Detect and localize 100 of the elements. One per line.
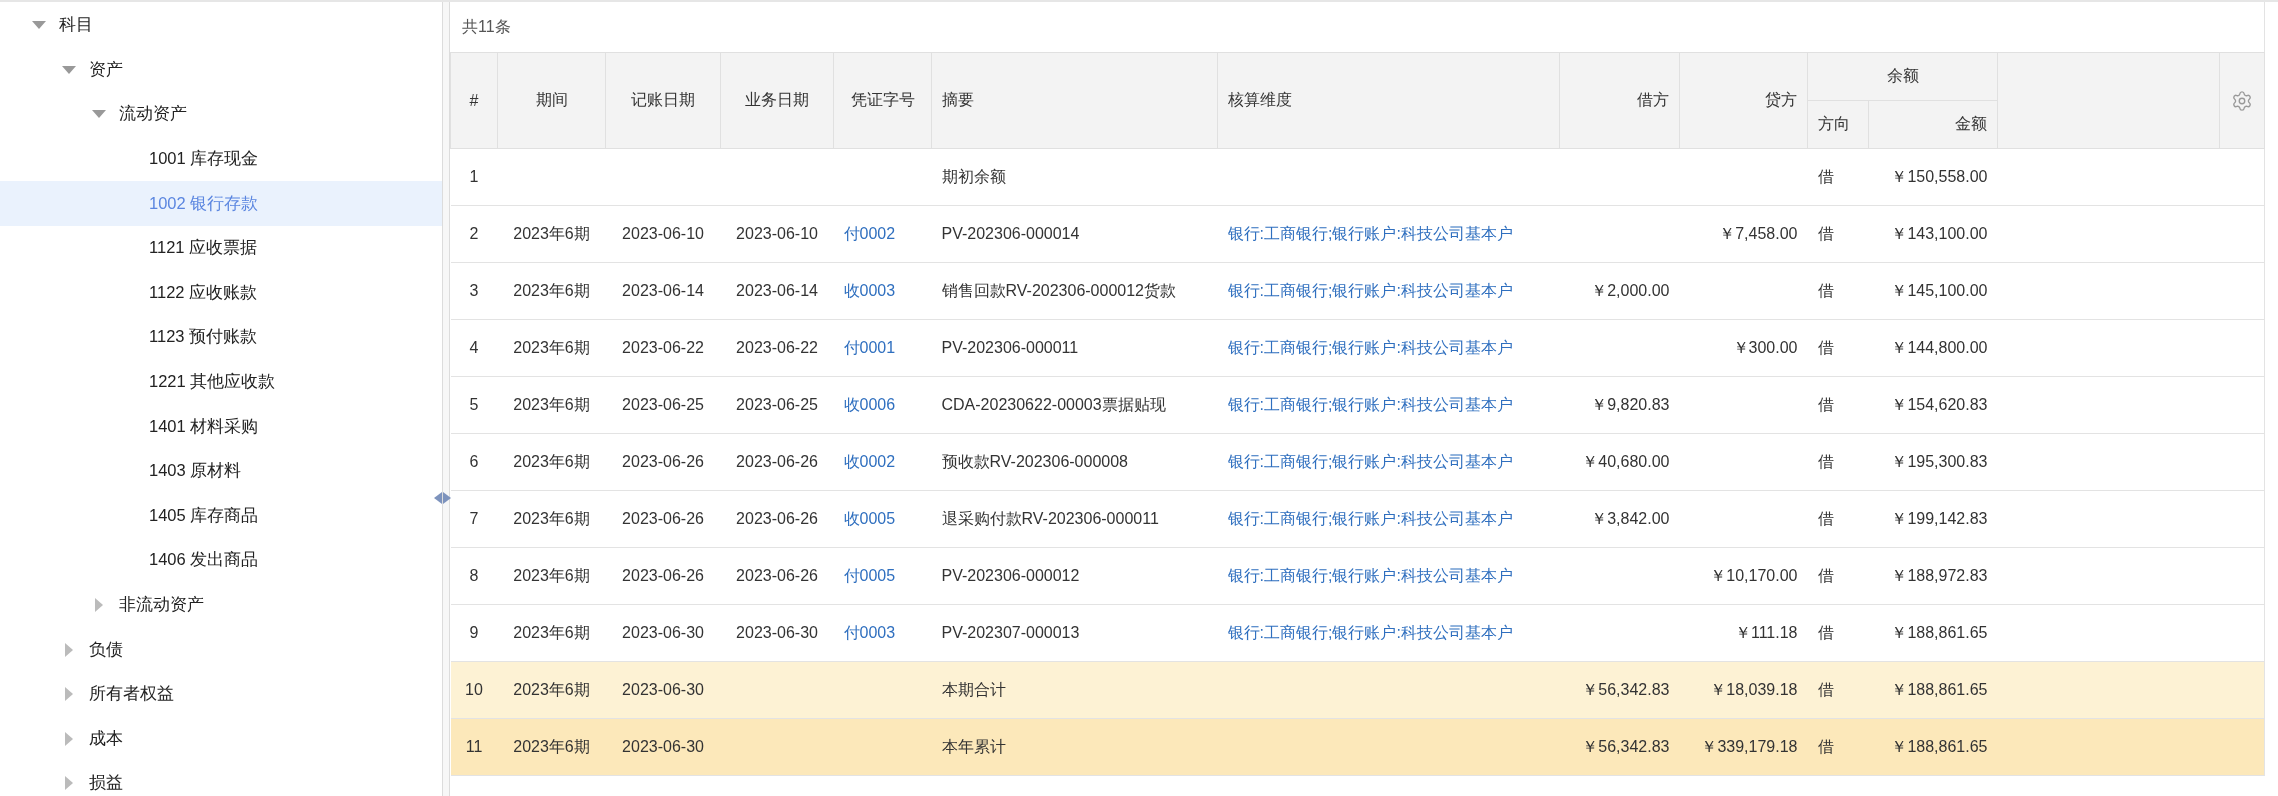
- summary-cell: PV-202306-000011: [941, 339, 1079, 356]
- dimension-link[interactable]: 银行:工商银行;银行账户:科技公司基本户: [1227, 224, 1513, 242]
- business-date-cell: 2023-06-26: [736, 567, 818, 584]
- column-header: #: [450, 52, 498, 149]
- column-header: 金额: [1868, 100, 1998, 149]
- direction-cell: 借: [1817, 737, 1834, 755]
- column-header: 借方: [1559, 52, 1680, 149]
- direction-cell: 借: [1817, 338, 1834, 356]
- post-date-cell: 2023-06-30: [622, 738, 704, 755]
- direction-cell: 借: [1817, 623, 1834, 641]
- period-cell: 2023年6期: [513, 737, 590, 755]
- balance-cell: ￥154,620.83: [1891, 395, 1988, 413]
- direction-cell: 借: [1817, 395, 1834, 413]
- caret-right-icon: [64, 642, 73, 657]
- tree-item[interactable]: 1406 发出商品: [0, 538, 442, 583]
- dimension-link[interactable]: 银行:工商银行;银行账户:科技公司基本户: [1227, 338, 1513, 356]
- period-cell: 2023年6期: [513, 338, 590, 356]
- balance-cell: ￥145,100.00: [1891, 281, 1988, 299]
- credit-cell: ￥18,039.18: [1710, 680, 1798, 698]
- caret-down-icon: [91, 110, 106, 119]
- business-date-cell: 2023-06-30: [736, 624, 818, 641]
- summary-cell: 销售回款RV-202306-000012货款: [941, 281, 1176, 299]
- direction-cell: 借: [1817, 224, 1834, 242]
- credit-cell: ￥111.18: [1734, 623, 1798, 641]
- direction-cell: 借: [1817, 566, 1834, 584]
- period-cell: 2023年6期: [513, 623, 590, 641]
- post-date-cell: 2023-06-30: [622, 681, 704, 698]
- tree-item[interactable]: 1123 预付账款: [0, 315, 442, 360]
- business-date-cell: 2023-06-26: [736, 453, 818, 470]
- business-date-cell: 2023-06-10: [736, 225, 818, 242]
- post-date-cell: 2023-06-30: [622, 624, 704, 641]
- caret-right-icon: [94, 598, 103, 612]
- dimension-link[interactable]: 银行:工商银行;银行账户:科技公司基本户: [1227, 623, 1513, 641]
- balance-cell: ￥188,861.65: [1891, 737, 1988, 755]
- summary-cell: PV-202307-000013: [941, 624, 1080, 641]
- collapse-handle[interactable]: [433, 492, 451, 504]
- column-header: 核算维度: [1217, 52, 1560, 149]
- credit-cell: ￥10,170.00: [1710, 566, 1798, 584]
- tree-item[interactable]: 流动资产: [0, 92, 442, 137]
- period-cell: 2023年6期: [513, 452, 590, 470]
- tree-item[interactable]: 负债: [0, 627, 442, 672]
- row-number: 4: [469, 339, 479, 356]
- tree-item[interactable]: 非流动资产: [0, 582, 442, 628]
- voucher-link[interactable]: 收0003: [843, 281, 896, 299]
- credit-cell: ￥300.00: [1732, 338, 1798, 356]
- summary-cell: 预收款RV-202306-000008: [941, 452, 1128, 470]
- column-group-header: 余额: [1807, 52, 1998, 101]
- business-date-cell: 2023-06-26: [736, 510, 818, 527]
- business-date-cell: 2023-06-25: [736, 396, 818, 413]
- dimension-link[interactable]: 银行:工商银行;银行账户:科技公司基本户: [1227, 509, 1513, 527]
- voucher-link[interactable]: 付0005: [843, 566, 896, 584]
- post-date-cell: 2023-06-26: [622, 510, 704, 527]
- direction-cell: 借: [1817, 167, 1834, 185]
- post-date-cell: 2023-06-25: [622, 396, 704, 413]
- tree-item[interactable]: 1121 应收票据: [0, 225, 442, 271]
- dimension-link[interactable]: 银行:工商银行;银行账户:科技公司基本户: [1227, 452, 1513, 470]
- row-number: 2: [469, 225, 479, 242]
- tree-item[interactable]: 损益: [0, 761, 442, 796]
- voucher-link[interactable]: 收0005: [843, 509, 896, 527]
- column-header: 凭证字号: [833, 52, 932, 149]
- tree-item[interactable]: 1405 库存商品: [0, 493, 442, 539]
- period-cell: 2023年6期: [513, 509, 590, 527]
- tree-item[interactable]: 1403 原材料: [0, 448, 442, 494]
- tree-item[interactable]: 1001 库存现金: [0, 136, 442, 182]
- tree-item[interactable]: 1122 应收账款: [0, 270, 442, 316]
- row-number: 3: [469, 282, 479, 299]
- balance-cell: ￥199,142.83: [1891, 509, 1988, 527]
- settings-button[interactable]: [2231, 89, 2253, 112]
- business-date-cell: 2023-06-14: [736, 282, 818, 299]
- period-cell: 2023年6期: [513, 395, 590, 413]
- dimension-link[interactable]: 银行:工商银行;银行账户:科技公司基本户: [1227, 281, 1513, 299]
- tree-item[interactable]: 成本: [0, 716, 442, 762]
- dimension-link[interactable]: 银行:工商银行;银行账户:科技公司基本户: [1227, 566, 1513, 584]
- dimension-link[interactable]: 银行:工商银行;银行账户:科技公司基本户: [1227, 395, 1513, 413]
- summary-cell: 本期合计: [941, 680, 1006, 698]
- tree-item[interactable]: 所有者权益: [0, 671, 442, 717]
- tree-item[interactable]: 科目: [0, 3, 442, 48]
- credit-cell: ￥339,179.18: [1701, 737, 1798, 755]
- tree-item[interactable]: 1221 其他应收款: [0, 359, 442, 405]
- column-header: 贷方: [1679, 52, 1808, 149]
- row-number: 5: [469, 396, 479, 413]
- post-date-cell: 2023-06-14: [622, 282, 704, 299]
- voucher-link[interactable]: 收0002: [843, 452, 896, 470]
- voucher-link[interactable]: 付0002: [843, 224, 896, 242]
- tree-item[interactable]: 1401 材料采购: [0, 404, 442, 449]
- debit-cell: ￥9,820.83: [1591, 395, 1670, 413]
- summary-cell: 本年累计: [941, 737, 1006, 755]
- balance-cell: ￥188,861.65: [1891, 680, 1988, 698]
- summary-cell: CDA-20230622-00003票据贴现: [941, 395, 1166, 413]
- voucher-link[interactable]: 付0001: [843, 338, 896, 356]
- debit-cell: ￥56,342.83: [1582, 737, 1670, 755]
- voucher-link[interactable]: 付0003: [843, 623, 896, 641]
- debit-cell: ￥56,342.83: [1582, 680, 1670, 698]
- voucher-link[interactable]: 收0006: [843, 395, 896, 413]
- balance-cell: ￥150,558.00: [1891, 167, 1988, 185]
- row-number: 6: [469, 453, 479, 470]
- tree-item[interactable]: 资产: [0, 47, 442, 93]
- period-cell: 2023年6期: [513, 281, 590, 299]
- summary-cell: PV-202306-000012: [941, 567, 1080, 584]
- column-header: 记账日期: [605, 52, 721, 149]
